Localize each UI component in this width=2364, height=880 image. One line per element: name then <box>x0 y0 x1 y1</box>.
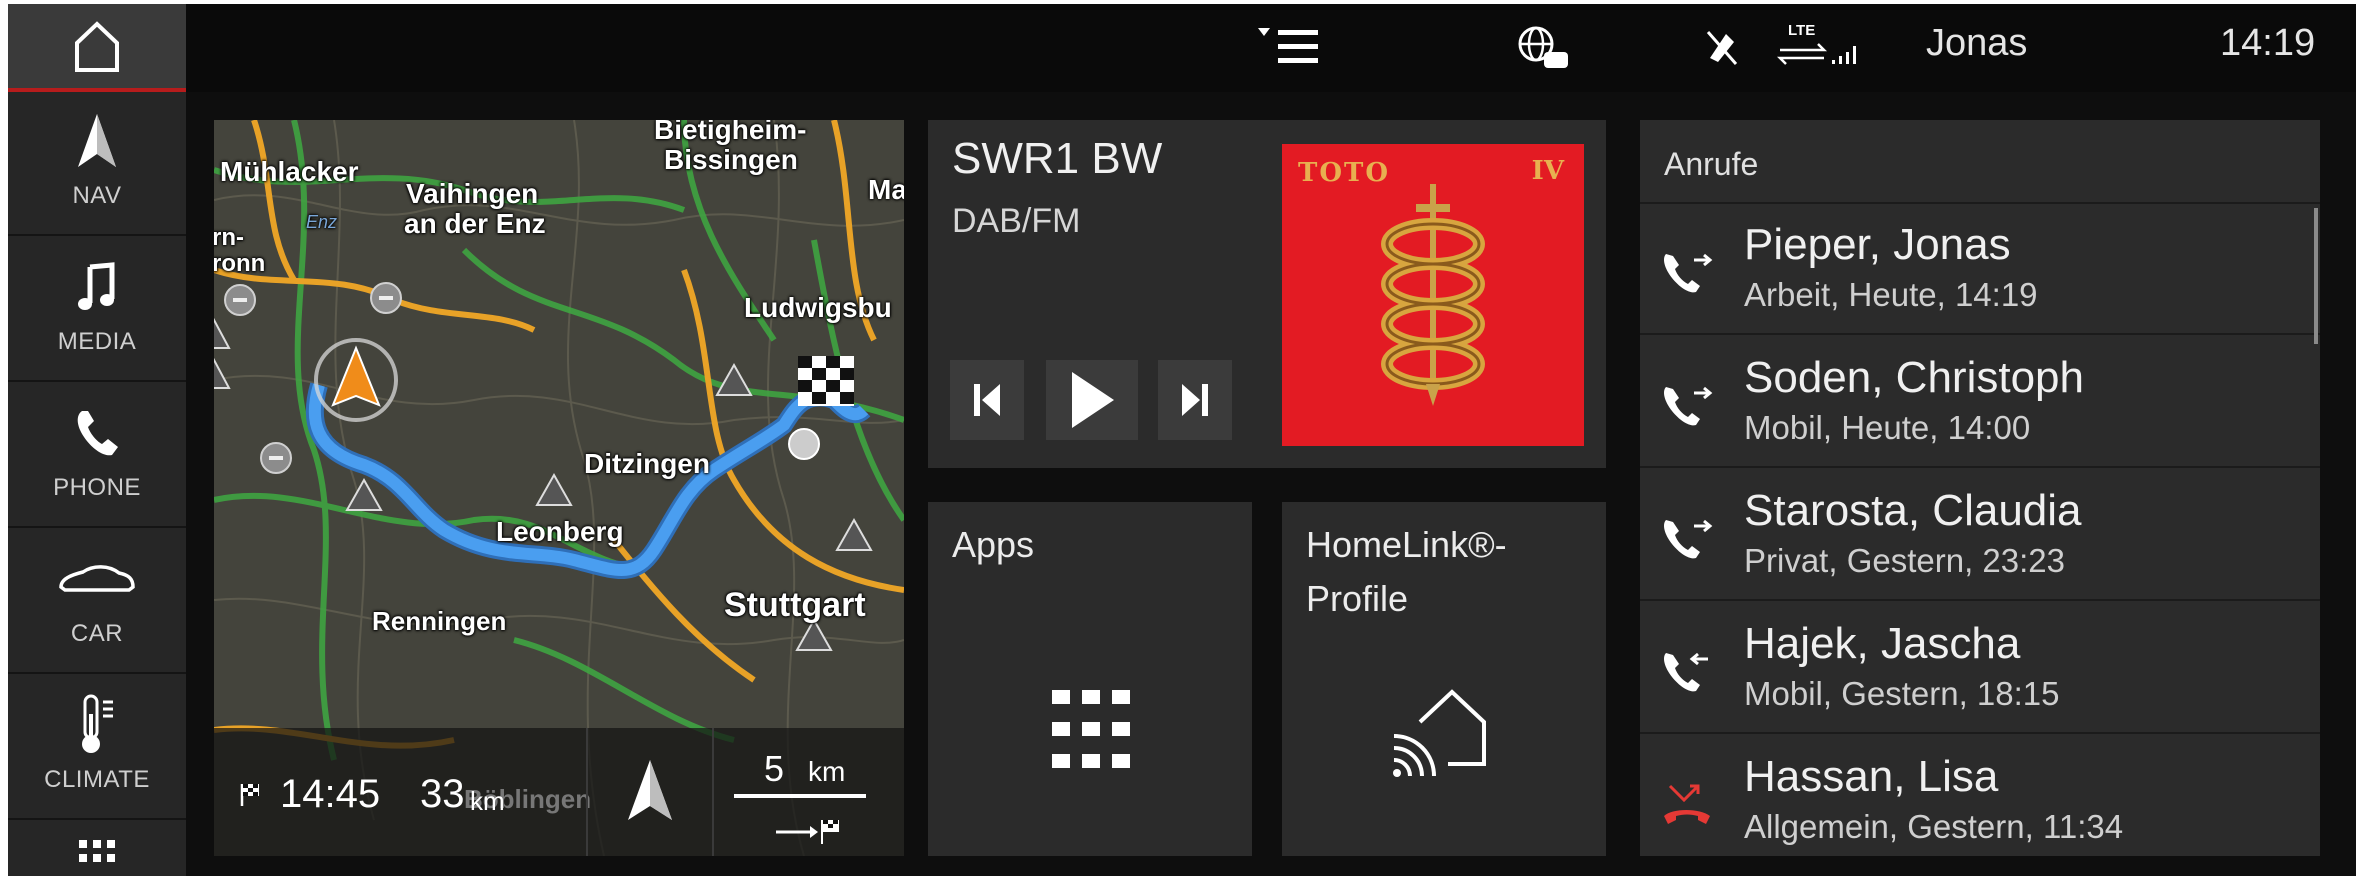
call-list-item[interactable]: Soden, Christoph Mobil, Heute, 14:00 <box>1640 337 2320 468</box>
map-label: Ma <box>868 174 904 205</box>
music-note-icon <box>77 256 117 318</box>
apps-tile[interactable]: Apps <box>928 502 1252 856</box>
sidebar-item-label: NAV <box>72 182 122 209</box>
map-label: rn- <box>214 224 244 251</box>
caller-name: Pieper, Jonas <box>1744 220 2011 269</box>
map-scale-bar <box>734 794 866 798</box>
sidebar-item-label: MEDIA <box>57 328 137 355</box>
status-bar: LTE Jonas 14:19 <box>186 4 2356 92</box>
map-scale-unit: km <box>808 756 846 787</box>
map-label: Mühlacker <box>220 156 359 187</box>
station-name: SWR1 BW <box>952 134 1163 183</box>
homelink-subtitle: Profile <box>1306 578 1409 619</box>
album-artwork <box>1381 184 1485 406</box>
homelink-title: HomeLink®- <box>1306 524 1507 565</box>
previous-track-button[interactable] <box>950 360 1024 440</box>
caller-name: Hassan, Lisa <box>1744 752 1999 801</box>
outgoing-call-icon <box>1664 386 1713 426</box>
play-icon <box>1072 372 1114 428</box>
missed-call-icon <box>1664 784 1710 824</box>
phone-handset-icon <box>74 402 120 464</box>
call-detail: Privat, Gestern, 23:23 <box>1744 542 2065 579</box>
sidebar-more-button[interactable] <box>8 822 186 876</box>
play-button[interactable] <box>1046 360 1138 440</box>
map-label: Ditzingen <box>584 448 710 479</box>
map-label: Vaihingen <box>406 178 539 209</box>
online-services-icon[interactable] <box>1516 24 1572 77</box>
call-detail: Mobil, Gestern, 18:15 <box>1744 675 2060 712</box>
home-button[interactable] <box>8 4 186 92</box>
divider <box>712 728 714 856</box>
media-tile[interactable]: SWR1 BW DAB/FM TOTO IV <box>928 120 1606 468</box>
map-scale-value: 5 <box>764 748 785 789</box>
garage-signal-icon <box>1386 674 1496 789</box>
calls-title: Anrufe <box>1664 146 1759 182</box>
lte-signal-icon: LTE <box>1776 22 1868 73</box>
caller-name: Soden, Christoph <box>1744 353 2084 402</box>
call-detail: Arbeit, Heute, 14:19 <box>1744 276 2038 313</box>
car-icon <box>57 548 137 610</box>
sidebar-item-label: CLIMATE <box>44 766 150 793</box>
divider <box>586 728 588 856</box>
grid-icon <box>77 836 117 866</box>
call-list-item[interactable]: Hassan, Lisa Allgemein, Gestern, 11:34 <box>1640 736 2320 856</box>
navigation-arrow-icon <box>75 110 119 172</box>
call-list-item[interactable]: Starosta, Claudia Privat, Gestern, 23:23 <box>1640 470 2320 601</box>
call-detail: Allgemein, Gestern, 11:34 <box>1744 808 2124 845</box>
user-name[interactable]: Jonas <box>1926 22 2027 65</box>
map-label: Stuttgart <box>724 586 866 624</box>
mute-icon[interactable] <box>1704 28 1740 73</box>
sidebar-item-car[interactable]: CAR <box>8 530 186 674</box>
map-label: Renningen <box>372 606 507 636</box>
distance-unit: km <box>470 786 505 816</box>
previous-track-icon <box>974 384 1000 416</box>
calls-tile[interactable]: Anrufe Pieper, Jonas Arbeit, Heute, 14:1… <box>1640 120 2320 856</box>
outgoing-call-icon <box>1664 519 1713 559</box>
sidebar: NAV MEDIA PHONE CAR CLIMATE <box>8 4 186 876</box>
route-info-bar[interactable]: Böblingen 14:45 33 km 5 km <box>214 728 904 856</box>
apps-title: Apps <box>952 524 1035 565</box>
map-label: Leonberg <box>496 516 624 547</box>
clock: 14:19 <box>2220 22 2316 64</box>
next-track-button[interactable] <box>1158 360 1232 440</box>
caller-name: Hajek, Jascha <box>1744 619 2021 668</box>
call-detail: Mobil, Heute, 14:00 <box>1744 409 2031 446</box>
thermometer-icon <box>75 694 119 756</box>
next-track-icon <box>1182 384 1208 416</box>
incoming-call-icon <box>1664 652 1708 692</box>
home-icon <box>71 16 123 78</box>
infotainment-screen: NAV MEDIA PHONE CAR CLIMATE LTE Jonas 14… <box>8 4 2356 876</box>
map-label: Ludwigsbu <box>744 292 892 323</box>
sidebar-item-nav[interactable]: NAV <box>8 92 186 236</box>
call-list-item[interactable]: Pieper, Jonas Arbeit, Heute, 14:19 <box>1640 204 2320 335</box>
sidebar-item-media[interactable]: MEDIA <box>8 238 186 382</box>
destination-flag-icon <box>240 782 262 811</box>
caller-name: Starosta, Claudia <box>1744 486 2082 535</box>
calls-scrollbar[interactable] <box>2314 208 2318 344</box>
route-to-destination-icon <box>774 816 844 851</box>
menu-list-icon[interactable] <box>1256 26 1322 75</box>
lte-label: LTE <box>1788 22 1816 39</box>
apps-grid-icon <box>1050 688 1132 775</box>
map-label: ronn <box>214 250 266 277</box>
sidebar-item-phone[interactable]: PHONE <box>8 384 186 528</box>
map-label: Bissingen <box>664 144 798 175</box>
compass-north-icon[interactable] <box>626 758 674 827</box>
homelink-tile[interactable]: HomeLink®- Profile <box>1282 502 1606 856</box>
album-cover[interactable]: TOTO IV <box>1282 144 1584 446</box>
map-label: Bietigheim- <box>654 120 807 145</box>
sidebar-item-climate[interactable]: CLIMATE <box>8 676 186 820</box>
map-label: Enz <box>306 212 338 232</box>
sidebar-item-label: PHONE <box>53 474 141 501</box>
map-label: an der Enz <box>404 208 546 239</box>
eta-time: 14:45 <box>280 772 381 816</box>
sidebar-item-label: CAR <box>70 620 124 647</box>
remaining-distance: 33 <box>420 772 465 816</box>
calls-header: Anrufe <box>1640 120 2320 204</box>
map-tile[interactable]: Bietigheim- Bissingen Ma Mühlacker Vaihi… <box>214 120 904 856</box>
media-source: DAB/FM <box>952 202 1081 240</box>
call-list-item[interactable]: Hajek, Jascha Mobil, Gestern, 18:15 <box>1640 603 2320 734</box>
outgoing-call-icon <box>1664 253 1713 293</box>
